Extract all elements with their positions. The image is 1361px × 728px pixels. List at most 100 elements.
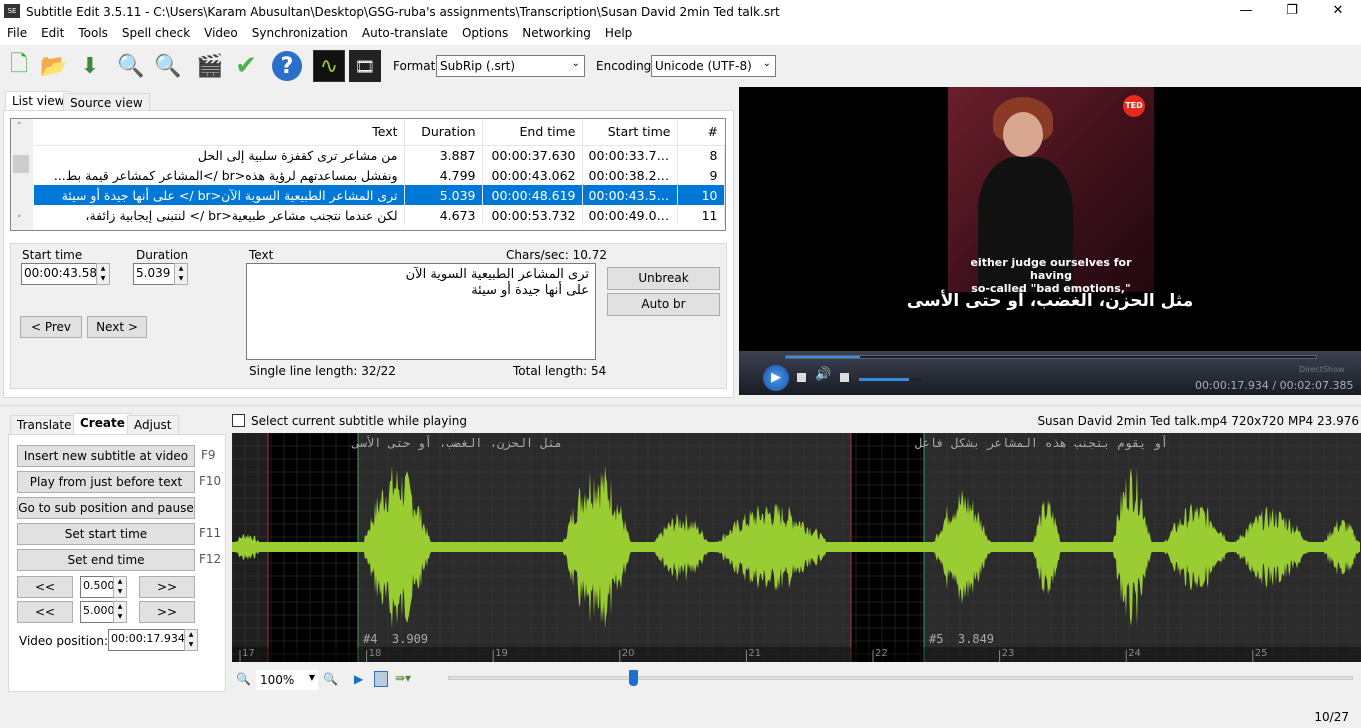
chevron-down-icon: ▼ xyxy=(308,673,315,682)
column-start-time[interactable]: Start time xyxy=(582,119,678,146)
small-step-spinner[interactable]: ▲ ▼ xyxy=(113,576,127,598)
format-select[interactable]: SubRip (.srt) ⌄ xyxy=(436,55,585,77)
format-value: SubRip (.srt) xyxy=(440,59,516,73)
waveform-canvas[interactable] xyxy=(231,432,1361,662)
spell-check-icon[interactable]: ✔ xyxy=(230,50,262,82)
save-download-icon[interactable]: ⬇ xyxy=(74,50,106,82)
tick-label: 22 xyxy=(875,648,888,659)
close-button[interactable]: ✕ xyxy=(1315,0,1361,23)
set-start-button[interactable]: Set start time xyxy=(17,523,195,545)
splitter[interactable] xyxy=(0,405,1361,406)
forward-arrows-icon[interactable]: ⇛▾ xyxy=(395,671,411,685)
select-while-playing-checkbox[interactable] xyxy=(232,414,245,427)
replace-icon[interactable]: 🔍 xyxy=(152,50,184,82)
column-number[interactable]: # xyxy=(677,119,724,146)
maximize-button[interactable]: ❐ xyxy=(1269,0,1315,23)
stop-icon[interactable] xyxy=(797,373,806,382)
menu-options[interactable]: Options xyxy=(455,23,515,45)
table-row[interactable]: من مشاعر ترى كقفزة سلبية إلى الحل 3.887 00… xyxy=(34,145,725,165)
list-scrollbar[interactable]: ˄ ˅ xyxy=(11,119,33,230)
menu-help[interactable]: Help xyxy=(598,23,639,45)
subtitle-text-area[interactable]: ترى المشاعر الطبيعية السوية الآن على أنه… xyxy=(246,263,596,360)
duration-input[interactable]: 5.039 xyxy=(133,263,175,285)
help-icon[interactable]: ? xyxy=(272,51,302,81)
shortcut-f9: F9 xyxy=(201,448,216,462)
cell-text: من مشاعر ترى كقفزة سلبية إلى الحل xyxy=(34,145,405,165)
scroll-thumb[interactable] xyxy=(13,155,29,173)
fullscreen-icon[interactable] xyxy=(840,373,849,382)
menu-tools[interactable]: Tools xyxy=(71,23,115,45)
seek-progress xyxy=(786,356,861,358)
visual-sync-icon[interactable]: 🎬 xyxy=(194,50,226,82)
menu-spell-check[interactable]: Spell check xyxy=(115,23,197,45)
subtitle-table: Text Duration End time Start time # من م… xyxy=(34,119,725,225)
play-selection-icon[interactable]: ▶ xyxy=(354,672,363,686)
encoding-select[interactable]: Unicode (UTF-8) ⌄ xyxy=(651,55,776,77)
menu-auto-translate[interactable]: Auto-translate xyxy=(355,23,455,45)
video-player[interactable]: TED either judge ourselves for having so-… xyxy=(739,87,1361,395)
insert-subtitle-button[interactable]: Insert new subtitle at video pos xyxy=(17,445,195,483)
shortcut-f12: F12 xyxy=(199,552,222,566)
menu-video[interactable]: Video xyxy=(197,23,245,45)
start-time-input[interactable]: 00:00:43.580 xyxy=(21,263,105,285)
scroll-up-icon[interactable]: ˄ xyxy=(17,122,22,132)
tab-create[interactable]: Create xyxy=(73,413,132,435)
menu-networking[interactable]: Networking xyxy=(515,23,598,45)
back-large-button[interactable]: << xyxy=(17,601,73,623)
scroll-down-icon[interactable]: ˅ xyxy=(17,215,22,225)
waveform-panel[interactable]: مثل الحزن، الغضب، أو حتى الأسى أو يقوم ب… xyxy=(231,432,1361,662)
column-end-time[interactable]: End time xyxy=(482,119,583,146)
cell-number: 10 xyxy=(677,185,725,205)
column-duration[interactable]: Duration xyxy=(404,119,483,146)
unbreak-button[interactable]: Unbreak xyxy=(607,267,720,290)
prev-button[interactable]: < Prev xyxy=(20,316,82,338)
waveform-position-slider[interactable] xyxy=(448,676,1353,680)
subtitle-count: 10/27 xyxy=(1314,710,1349,724)
menu-synchronization[interactable]: Synchronization xyxy=(245,23,355,45)
large-step-spinner[interactable]: ▲ ▼ xyxy=(113,601,127,623)
play-before-text-button[interactable]: Play from just before text xyxy=(17,471,195,493)
find-icon[interactable]: 🔍 xyxy=(115,50,147,82)
set-end-button[interactable]: Set end time xyxy=(17,549,195,571)
auto-br-button[interactable]: Auto br xyxy=(607,293,720,316)
menu-edit[interactable]: Edit xyxy=(34,23,71,45)
forward-large-button[interactable]: >> xyxy=(139,601,195,623)
zoom-in-icon[interactable]: 🔍 xyxy=(323,672,338,686)
zoom-out-icon[interactable]: 🔍 xyxy=(236,672,251,686)
video-subtitle-overlay: مثل الحزن، الغضب، أو حتى الأسى xyxy=(906,291,1194,311)
play-icon[interactable]: ▶ xyxy=(763,365,789,391)
cell-number: 11 xyxy=(677,205,725,225)
tab-adjust[interactable]: Adjust xyxy=(127,415,179,435)
back-small-button[interactable]: << xyxy=(17,576,73,598)
position-slider-thumb[interactable] xyxy=(629,670,638,686)
minimize-button[interactable]: — xyxy=(1223,0,1269,23)
video-toggle-icon[interactable]: 🎞 xyxy=(349,50,381,82)
text-label: Text xyxy=(249,248,274,262)
menu-file[interactable]: File xyxy=(0,23,34,45)
open-folder-icon[interactable]: 📂 xyxy=(38,50,70,82)
table-row-selected[interactable]: ترى المشاعر الطبيعية السوية الآن<br /> ع… xyxy=(34,185,725,205)
volume-icon[interactable]: 🔊 xyxy=(815,367,831,382)
goto-sub-button[interactable]: Go to sub position and pause xyxy=(17,497,195,519)
menu-bar: File Edit Tools Spell check Video Synchr… xyxy=(0,23,1361,45)
seek-bar[interactable] xyxy=(785,355,1317,359)
start-time-spinner[interactable]: ▲ ▼ xyxy=(96,263,110,285)
tab-list-view[interactable]: List view xyxy=(5,91,72,111)
table-row[interactable]: لكن عندما نتجنب مشاعر طبيعية<br /> لنتبن… xyxy=(34,205,725,225)
column-text[interactable]: Text xyxy=(34,119,405,146)
duration-spinner[interactable]: ▲ ▼ xyxy=(174,263,188,285)
forward-small-button[interactable]: >> xyxy=(139,576,195,598)
toggle-grid-icon[interactable] xyxy=(374,671,388,687)
tab-translate[interactable]: Translate xyxy=(10,415,79,435)
volume-slider[interactable] xyxy=(859,378,921,381)
zoom-select[interactable]: 100% ▼ xyxy=(256,670,318,690)
large-step-input[interactable]: 5.000 xyxy=(80,601,115,623)
cell-text: لكن عندما نتجنب مشاعر طبيعية<br /> لنتبن… xyxy=(34,205,405,225)
waveform-toggle-icon[interactable]: ∿ xyxy=(313,50,345,82)
table-row[interactable]: ونفشل بمساعدتهم لرؤية هذه<br />المشاعر ك… xyxy=(34,165,725,185)
video-position-input[interactable]: 00:00:17.934 xyxy=(108,629,185,651)
next-button[interactable]: Next > xyxy=(87,316,147,338)
video-position-spinner[interactable]: ▲ ▼ xyxy=(184,629,198,651)
new-file-icon[interactable]: 🗋 xyxy=(3,50,35,82)
small-step-input[interactable]: 0.500 xyxy=(80,576,115,598)
